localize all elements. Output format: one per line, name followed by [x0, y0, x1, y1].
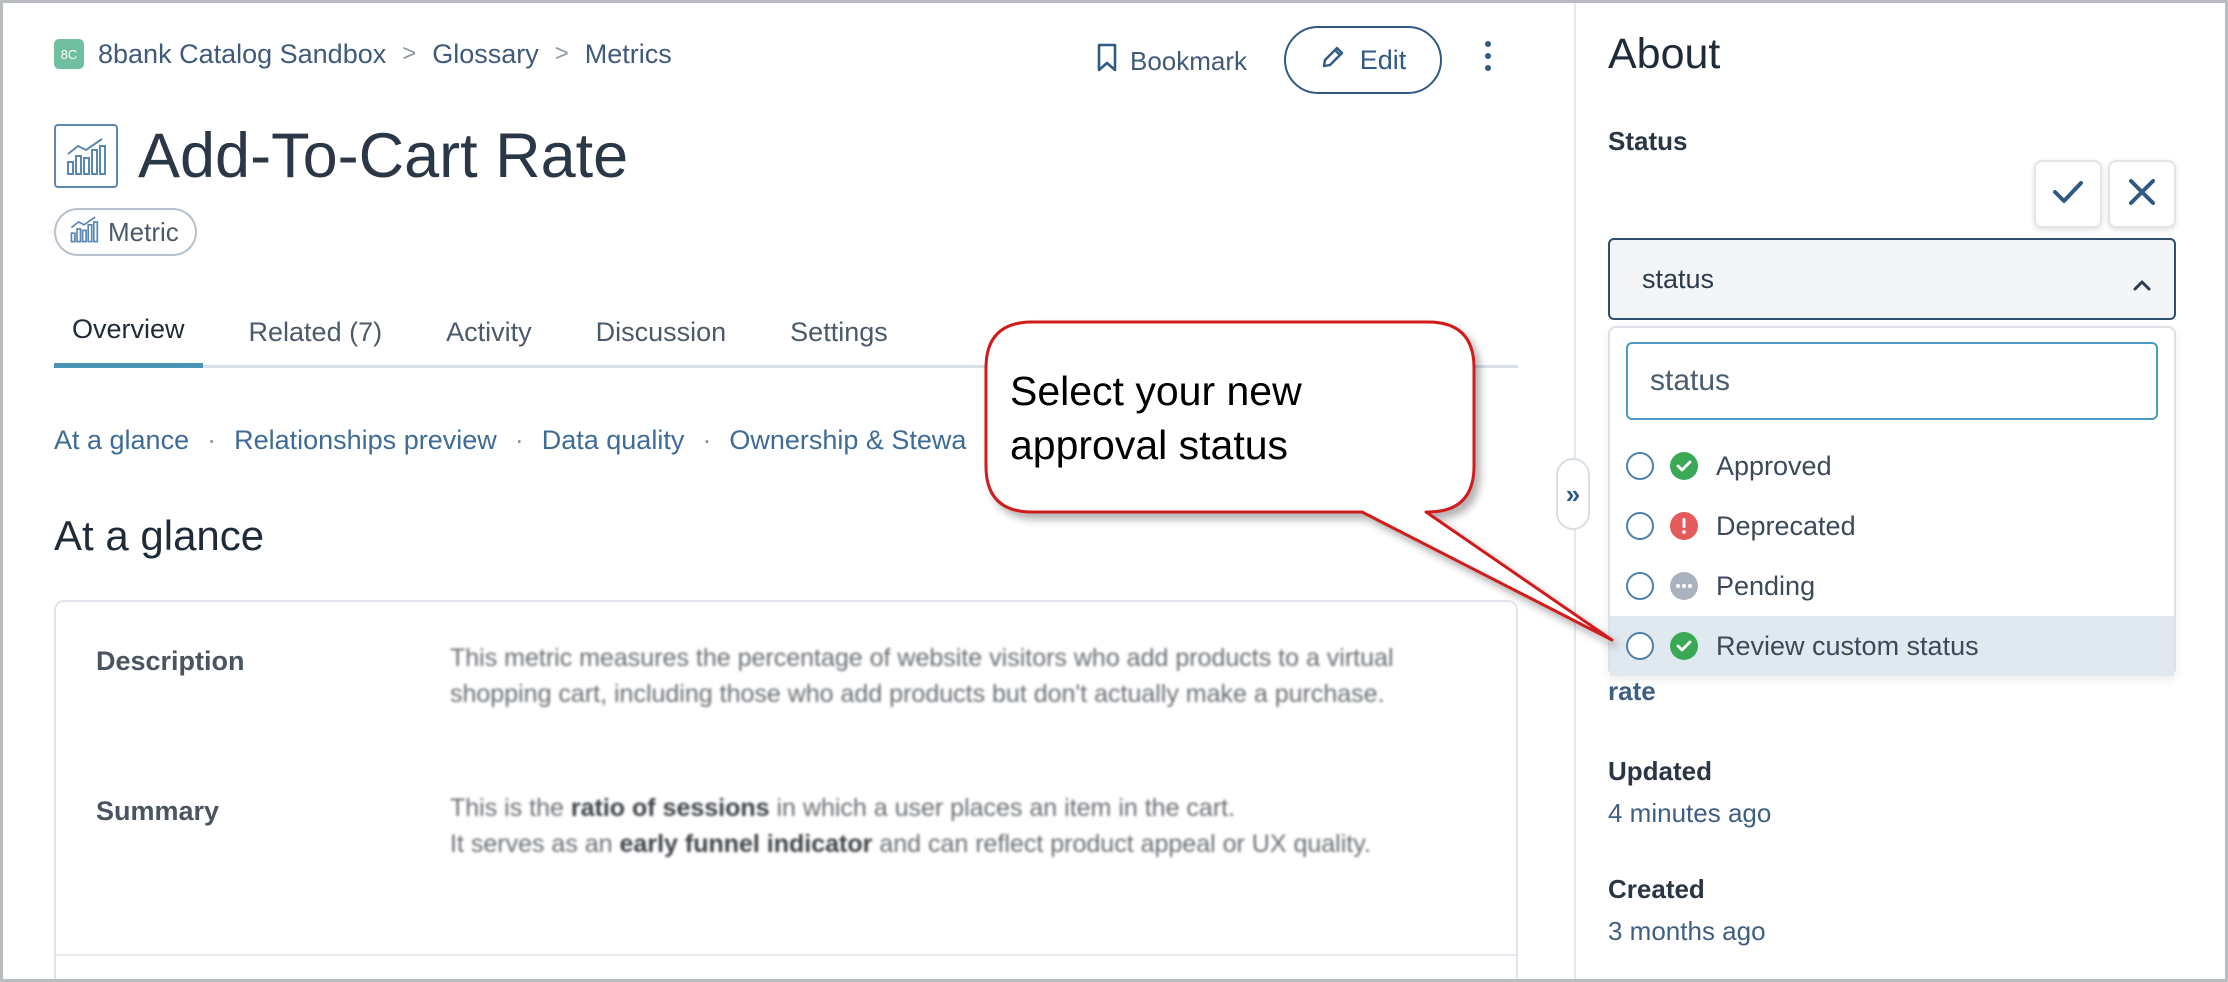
- updated-value: 4 minutes ago: [1608, 798, 1772, 828]
- radio-button[interactable]: [1626, 632, 1654, 660]
- confirm-button[interactable]: [2034, 160, 2102, 228]
- bookmark-button[interactable]: Bookmark: [1096, 38, 1247, 84]
- breadcrumb: 8C 8bank Catalog Sandbox > Glossary > Me…: [54, 36, 672, 72]
- collapse-panel-icon[interactable]: »: [1556, 458, 1590, 530]
- edit-button[interactable]: Edit: [1284, 26, 1442, 94]
- radio-button[interactable]: [1626, 512, 1654, 540]
- tab-discussion[interactable]: Discussion: [578, 296, 745, 368]
- updated-label: Updated: [1608, 756, 1712, 786]
- tab-activity[interactable]: Activity: [428, 296, 550, 368]
- org-avatar: 8C: [54, 39, 84, 69]
- alert-circle-icon: [1670, 512, 1698, 540]
- section-jump-links: At a glance · Relationships preview · Da…: [54, 422, 1054, 458]
- breadcrumb-glossary[interactable]: Glossary: [432, 39, 539, 70]
- check-circle-icon: [1670, 632, 1698, 660]
- callout-text: Select your new approval status: [1010, 368, 1302, 468]
- jump-link-ownership[interactable]: Ownership & Stewa: [729, 425, 966, 456]
- separator-dot: ·: [702, 424, 712, 455]
- description-text: This metric measures the percentage of w…: [450, 644, 1394, 708]
- radio-button[interactable]: [1626, 452, 1654, 480]
- status-select[interactable]: status: [1608, 238, 2176, 320]
- more-options-icon[interactable]: [1474, 36, 1502, 76]
- ellipsis-circle-icon: [1670, 572, 1698, 600]
- partial-value-link[interactable]: rate: [1608, 676, 1656, 707]
- summary-text: This is the ratio of sessions in which a…: [450, 794, 1371, 858]
- pencil-icon: [1320, 44, 1346, 77]
- cancel-button[interactable]: [2108, 160, 2176, 228]
- about-title: About: [1608, 30, 1721, 78]
- chevron-up-icon: [2132, 268, 2152, 299]
- type-chip-label: Metric: [108, 216, 179, 247]
- summary-label: Summary: [96, 796, 220, 826]
- status-label: Status: [1608, 126, 1688, 156]
- created-value: 3 months ago: [1608, 916, 1766, 946]
- chevron-right-icon: >: [402, 40, 417, 67]
- status-search-input[interactable]: [1626, 342, 2158, 420]
- check-icon: [2052, 179, 2084, 210]
- metric-icon: [68, 215, 100, 250]
- option-label: Approved: [1716, 450, 1832, 481]
- at-a-glance-card: Description This metric measures the per…: [54, 600, 1518, 982]
- jump-link-relationships[interactable]: Relationships preview: [234, 425, 497, 456]
- option-label: Pending: [1716, 570, 1816, 601]
- status-option-pending[interactable]: Pending: [1610, 556, 2174, 616]
- bookmark-label: Bookmark: [1130, 45, 1248, 76]
- edit-label: Edit: [1359, 44, 1407, 75]
- metric-icon: [54, 124, 118, 188]
- tab-settings[interactable]: Settings: [772, 296, 906, 368]
- tab-overview[interactable]: Overview: [54, 296, 203, 368]
- tab-bar: Overview Related (7) Activity Discussion…: [54, 296, 1518, 368]
- status-option-deprecated[interactable]: Deprecated: [1610, 496, 2174, 556]
- status-option-review-custom[interactable]: Review custom status: [1610, 616, 2174, 676]
- status-dropdown: Approved Deprecated Pending Review custo…: [1608, 326, 2176, 676]
- tab-related[interactable]: Related (7): [231, 296, 401, 368]
- radio-button[interactable]: [1626, 572, 1654, 600]
- option-label: Deprecated: [1716, 510, 1856, 541]
- bookmark-icon: [1096, 43, 1118, 80]
- section-heading: At a glance: [54, 512, 265, 559]
- page-title: Add-To-Cart Rate: [138, 121, 629, 191]
- created-label: Created: [1608, 874, 1705, 904]
- jump-link-at-a-glance[interactable]: At a glance: [54, 425, 189, 456]
- type-chip[interactable]: Metric: [54, 208, 197, 256]
- breadcrumb-catalog[interactable]: 8bank Catalog Sandbox: [98, 39, 386, 70]
- separator-dot: ·: [514, 424, 524, 455]
- breadcrumb-metrics[interactable]: Metrics: [585, 39, 672, 70]
- chevron-right-icon: >: [554, 40, 569, 67]
- check-circle-icon: [1670, 452, 1698, 480]
- card-divider: [56, 954, 1516, 956]
- separator-dot: ·: [207, 424, 217, 455]
- option-label: Review custom status: [1716, 630, 1979, 661]
- description-label: Description: [96, 646, 245, 676]
- jump-link-data-quality[interactable]: Data quality: [542, 425, 685, 456]
- close-icon: [2127, 177, 2157, 212]
- status-option-approved[interactable]: Approved: [1610, 436, 2174, 496]
- status-select-value: status: [1642, 263, 1715, 294]
